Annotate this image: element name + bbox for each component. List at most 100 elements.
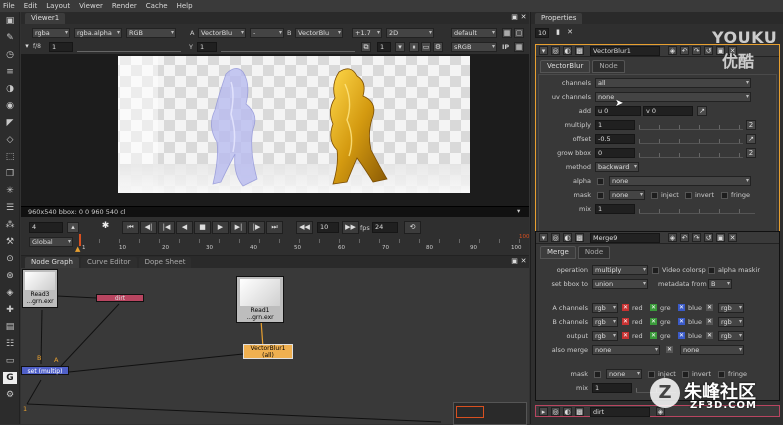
current-frame-field[interactable]: 4	[29, 222, 63, 233]
graph-navigator[interactable]	[453, 402, 527, 425]
navigator-viewport[interactable]	[456, 406, 484, 418]
g-logo-icon[interactable]: G	[3, 372, 17, 384]
a-rgba-dropdown[interactable]: rgb	[718, 303, 744, 313]
view-mode-dropdown[interactable]: 2D	[386, 28, 434, 38]
b-red-checkbox[interactable]: ✕	[622, 318, 629, 325]
redo-icon[interactable]: ↷	[692, 46, 701, 55]
dirt-name-field[interactable]: dirt	[590, 407, 650, 417]
max-panels-field[interactable]: 10	[535, 28, 549, 38]
proxy-field[interactable]: 1	[377, 42, 391, 52]
out-green-checkbox[interactable]: ✕	[650, 332, 657, 339]
add-v-field[interactable]: v 0	[643, 106, 693, 116]
panel-icon[interactable]: ▭	[3, 355, 17, 367]
menu-viewer[interactable]: Viewer	[79, 2, 103, 10]
inject-checkbox[interactable]	[651, 192, 658, 199]
proxy-dropdown-icon[interactable]: ▾	[395, 42, 405, 52]
settings-icon[interactable]: ⚙	[3, 389, 17, 401]
grow-bbox-field[interactable]: 0	[595, 148, 635, 158]
keyer-icon[interactable]: ◤	[3, 117, 17, 129]
a-input-dropdown[interactable]: VectorBlu	[198, 28, 246, 38]
a-op-dropdown[interactable]: -	[250, 28, 284, 38]
b-green-checkbox[interactable]: ✕	[650, 318, 657, 325]
b-alpha-checkbox[interactable]: ✕	[706, 318, 713, 325]
node-dirt[interactable]: dirt	[96, 294, 144, 302]
also-merge-dropdown-2[interactable]: none	[680, 345, 744, 355]
viewer-canvas[interactable]	[21, 54, 529, 206]
merge9-undo-icon[interactable]: ↶	[680, 233, 689, 242]
vectorblur1-name-field[interactable]: VectorBlur1	[590, 46, 660, 56]
dirt-node-color-icon[interactable]: ▩	[575, 407, 584, 416]
b-rgba-dropdown[interactable]: rgb	[718, 317, 744, 327]
b-channels-dropdown[interactable]: rgb	[592, 317, 618, 327]
roi-label[interactable]: IP	[502, 43, 509, 51]
out-red-checkbox[interactable]: ✕	[622, 332, 629, 339]
menu-help[interactable]: Help	[177, 2, 193, 10]
tab-viewer1[interactable]: Viewer1	[25, 13, 66, 24]
merge-mask-checkbox[interactable]	[594, 371, 601, 378]
lut-dropdown[interactable]: default	[451, 28, 497, 38]
merge-mask-dropdown[interactable]: none	[606, 369, 642, 379]
views-icon[interactable]: ✳	[3, 185, 17, 197]
a-blue-checkbox[interactable]: ✕	[678, 304, 685, 311]
offset-slider[interactable]	[639, 134, 743, 144]
node-read3[interactable]: Read3 ...grn.exr	[22, 269, 58, 308]
channels-dropdown[interactable]: rgba	[32, 28, 70, 38]
dirt-center-icon[interactable]: ◎	[551, 407, 560, 416]
multiply-field[interactable]: 1	[595, 120, 635, 130]
offset-field[interactable]: -0.5	[595, 134, 635, 144]
toolsets-icon[interactable]: ⚒	[3, 236, 17, 248]
display-dropdown[interactable]: RGB	[126, 28, 176, 38]
menu-file[interactable]: File	[3, 2, 15, 10]
a-red-checkbox[interactable]: ✕	[622, 304, 629, 311]
multiply-split-button[interactable]: 2	[746, 120, 756, 130]
particles-icon[interactable]: ⁂	[3, 219, 17, 231]
method-dropdown[interactable]: backward	[595, 162, 639, 172]
merge-icon[interactable]: ◇	[3, 134, 17, 146]
center-node-icon[interactable]: ◎	[551, 46, 560, 55]
last-frame-button[interactable]: ⏭	[266, 221, 283, 234]
color-icon[interactable]: ◑	[3, 83, 17, 95]
color-picker-icon[interactable]: ◐	[563, 46, 572, 55]
also-merge-dropdown[interactable]: none	[592, 345, 660, 355]
b-input-dropdown[interactable]: VectorBlu	[295, 28, 343, 38]
maximize-icon[interactable]: ▣	[511, 13, 518, 21]
tab-curve-editor[interactable]: Curve Editor	[80, 257, 137, 268]
info-dropdown-icon[interactable]: ▾	[517, 207, 520, 215]
merge-fringe-checkbox[interactable]	[718, 371, 725, 378]
mask-dropdown[interactable]: none	[609, 190, 645, 200]
mask-checkbox[interactable]	[597, 192, 604, 199]
gamma-field[interactable]: 1	[197, 42, 217, 52]
node-read1[interactable]: Read1 ...grn.exr	[236, 276, 284, 323]
fringe-checkbox[interactable]	[721, 192, 728, 199]
merge9-redo-icon[interactable]: ↷	[692, 233, 701, 242]
merge-mix-field[interactable]: 1	[592, 383, 632, 393]
in-point-icon[interactable]: ▲	[75, 245, 80, 253]
also-merge-checkbox[interactable]: ✕	[666, 346, 673, 353]
frame-field[interactable]: 1	[49, 42, 73, 52]
multiply-slider[interactable]	[639, 120, 743, 130]
grid-icon[interactable]: ▦	[514, 42, 524, 52]
merge9-float-icon[interactable]: ▣	[716, 233, 725, 242]
graph-maximize-icon[interactable]: ▣	[511, 257, 518, 265]
node-color-icon[interactable]: ▩	[575, 46, 584, 55]
out-rgba-dropdown[interactable]: rgb	[718, 331, 744, 341]
revert-icon[interactable]: ↺	[704, 46, 713, 55]
gain-field[interactable]: +1.7	[352, 28, 382, 38]
menu-layout[interactable]: Layout	[46, 2, 70, 10]
clipping-icon[interactable]: ▦	[502, 28, 512, 38]
grow-bbox-slider[interactable]	[639, 148, 743, 158]
a-alpha-checkbox[interactable]: ✕	[706, 304, 713, 311]
step-frames-field[interactable]: 10	[317, 222, 339, 233]
loop-mode-button[interactable]: ⟲	[404, 221, 421, 234]
tab-merge-node[interactable]: Node	[577, 246, 611, 259]
time-icon[interactable]: ◷	[3, 49, 17, 61]
menu-edit[interactable]: Edit	[24, 2, 38, 10]
transform-icon[interactable]: ⬚	[3, 151, 17, 163]
3d-icon[interactable]: ❒	[3, 168, 17, 180]
first-frame-button[interactable]: ⏮	[122, 221, 139, 234]
next-frame-button[interactable]: ▶|	[230, 221, 247, 234]
menu-render[interactable]: Render	[112, 2, 137, 10]
prev-keyframe-button[interactable]: ◀|	[140, 221, 157, 234]
all-plugins-icon[interactable]: ▤	[3, 321, 17, 333]
lock-icon[interactable]: ▢	[514, 28, 524, 38]
